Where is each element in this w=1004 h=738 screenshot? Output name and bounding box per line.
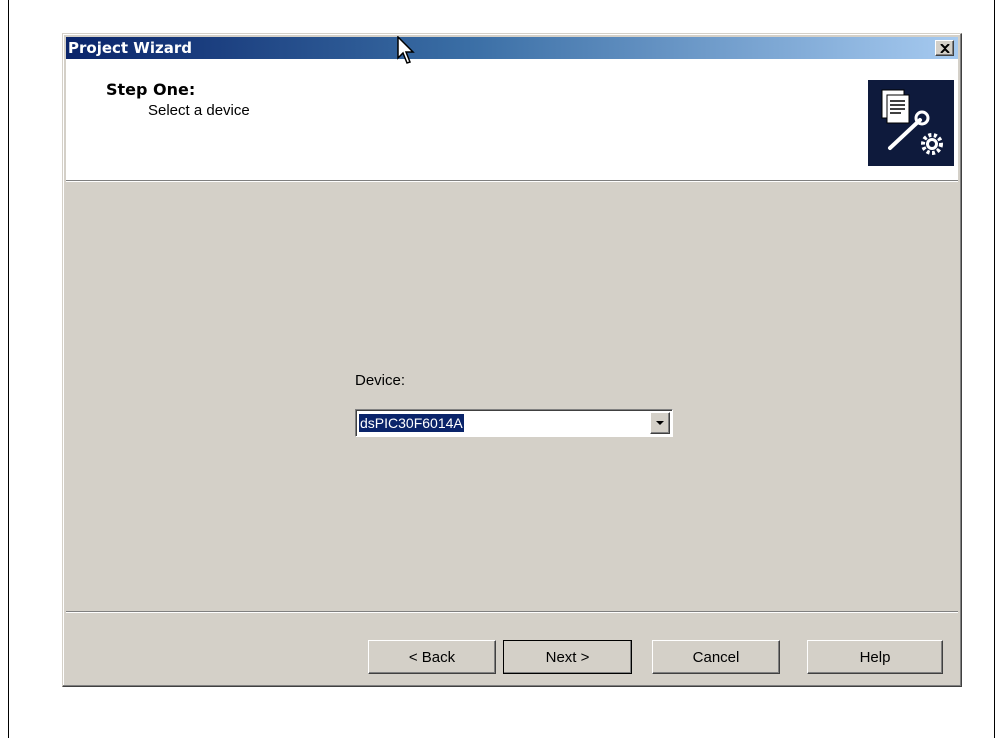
footer-separator xyxy=(66,611,958,613)
device-select-value[interactable]: dsPIC30F6014A xyxy=(359,414,464,432)
close-icon xyxy=(939,43,950,53)
device-label: Device: xyxy=(355,372,406,389)
project-wizard-dialog: Project Wizard Step One: Select a device xyxy=(62,33,962,687)
chevron-down-icon xyxy=(656,420,664,425)
close-button[interactable] xyxy=(935,40,954,56)
device-select[interactable]: dsPIC30F6014A xyxy=(355,409,673,437)
cancel-button[interactable]: Cancel xyxy=(652,640,780,674)
wizard-document-tools-icon xyxy=(868,80,954,166)
help-button[interactable]: Help xyxy=(807,640,943,674)
wizard-header: Step One: Select a device xyxy=(66,59,958,181)
next-button[interactable]: Next > xyxy=(503,640,632,674)
window-title: Project Wizard xyxy=(68,39,192,57)
step-title: Step One: xyxy=(106,80,196,99)
title-bar[interactable]: Project Wizard xyxy=(66,37,958,59)
back-button[interactable]: < Back xyxy=(368,640,496,674)
device-dropdown-button[interactable] xyxy=(650,412,670,434)
mouse-cursor-icon xyxy=(397,36,415,64)
step-subtitle: Select a device xyxy=(148,102,250,119)
